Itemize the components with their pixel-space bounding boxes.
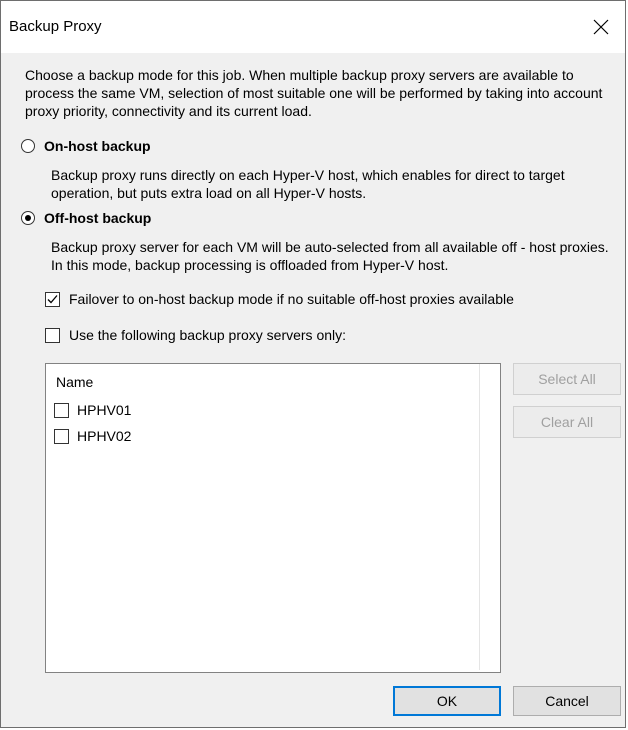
checkmark-icon <box>47 294 58 303</box>
list-header[interactable]: Name <box>46 364 481 399</box>
on-host-radio-button[interactable] <box>21 139 35 153</box>
use-following-option[interactable]: Use the following backup proxy servers o… <box>45 327 346 343</box>
backup-proxy-dialog: Backup Proxy Choose a backup mode for th… <box>0 0 626 728</box>
list-item[interactable]: HPHV02 <box>54 428 131 444</box>
off-host-backup-label: Off-host backup <box>44 210 152 226</box>
name-column-header[interactable]: Name <box>56 374 93 390</box>
failover-checkbox[interactable] <box>45 291 60 307</box>
list-empty-column <box>480 364 500 672</box>
failover-label: Failover to on-host backup mode if no su… <box>69 291 514 307</box>
proxy-name: HPHV01 <box>77 402 132 418</box>
off-host-description: Backup proxy server for each VM will be … <box>51 239 609 273</box>
on-host-backup-label: On-host backup <box>44 138 151 154</box>
use-following-checkbox[interactable] <box>45 327 60 343</box>
off-host-radio-button[interactable] <box>21 211 35 225</box>
ok-button[interactable]: OK <box>393 686 501 716</box>
proxy-name: HPHV02 <box>77 428 132 444</box>
cancel-button[interactable]: Cancel <box>513 686 621 716</box>
failover-option[interactable]: Failover to on-host backup mode if no su… <box>45 291 514 307</box>
select-all-button[interactable]: Select All <box>513 363 621 395</box>
title-bar: Backup Proxy <box>1 1 625 53</box>
on-host-description: Backup proxy runs directly on each Hyper… <box>51 167 565 201</box>
on-host-backup-radio[interactable]: On-host backup <box>21 138 151 154</box>
proxy-list[interactable]: Name HPHV01 HPHV02 <box>45 363 501 673</box>
proxy-checkbox[interactable] <box>54 428 69 444</box>
close-button[interactable] <box>579 1 625 53</box>
dialog-description: Choose a backup mode for this job. When … <box>25 67 603 119</box>
dialog-title: Backup Proxy <box>9 18 102 35</box>
clear-all-button[interactable]: Clear All <box>513 406 621 438</box>
close-icon <box>593 19 609 35</box>
proxy-checkbox[interactable] <box>54 402 69 418</box>
use-following-label: Use the following backup proxy servers o… <box>69 327 347 343</box>
off-host-backup-radio[interactable]: Off-host backup <box>21 210 151 226</box>
list-item[interactable]: HPHV01 <box>54 402 131 418</box>
